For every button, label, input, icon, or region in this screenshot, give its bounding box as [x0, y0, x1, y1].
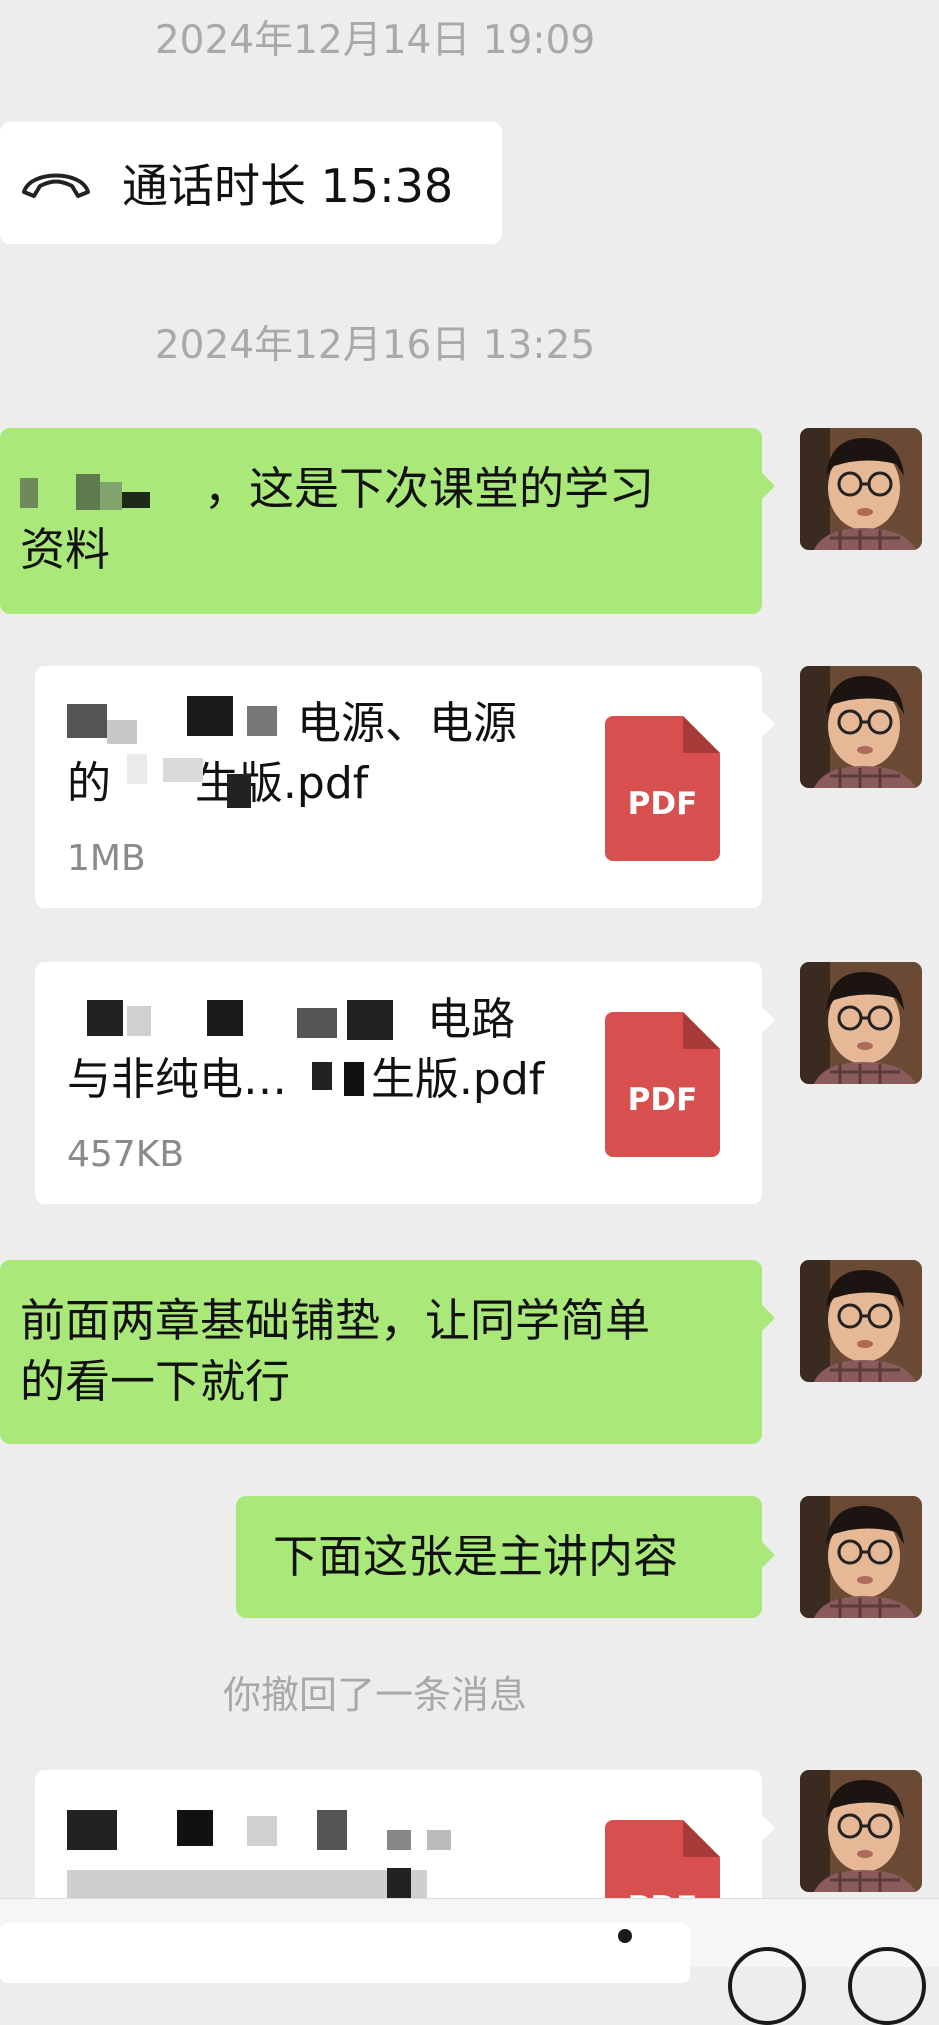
avatar-image	[800, 428, 922, 550]
avatar-image	[800, 962, 922, 1084]
phone-hangup-icon	[22, 173, 90, 198]
message-text: 前面两章基础铺垫，让同学简单 的看一下就行	[20, 1294, 651, 1408]
message-input[interactable]	[0, 1923, 690, 1983]
bubble-tail	[762, 1815, 775, 1841]
pdf-icon: PDF	[605, 1820, 720, 1898]
pdf-icon: PDF	[605, 1012, 720, 1157]
avatar[interactable]	[800, 1260, 922, 1382]
avatar[interactable]	[800, 428, 922, 550]
bubble-tail	[762, 711, 775, 737]
more-button[interactable]	[848, 1947, 926, 2025]
bubble-tail	[762, 1305, 775, 1331]
bubble-tail	[762, 473, 775, 499]
file-size: 457KB	[67, 1134, 185, 1175]
avatar[interactable]	[800, 962, 922, 1084]
message-bubble[interactable]: ，这是下次课堂的学习 资料	[0, 428, 762, 614]
file-card[interactable]: 电路 与非纯电… 生版.pdf 457KB PDF	[35, 962, 762, 1204]
avatar[interactable]	[800, 1770, 922, 1892]
message-text: ，这是下次课堂的学习 资料	[20, 462, 655, 576]
message-bubble[interactable]: 下面这张是主讲内容	[236, 1496, 762, 1618]
avatar-image	[800, 1496, 922, 1618]
timestamp-1: 2024年12月14日 19:09	[154, 18, 596, 63]
file-card[interactable]: 电源、电源 的 生版.pdf 1MB PDF	[35, 666, 762, 908]
timestamp-2: 2024年12月16日 13:25	[154, 323, 596, 368]
file-size: 1MB	[67, 838, 146, 879]
avatar[interactable]	[800, 1496, 922, 1618]
input-bar	[0, 1898, 939, 2025]
call-duration-text: 通话时长 15:38	[122, 159, 454, 213]
avatar-image	[800, 1770, 922, 1892]
message-text: 下面这张是主讲内容	[273, 1530, 679, 1583]
redacted-filename	[67, 1810, 587, 1898]
redacted-filename	[67, 696, 299, 816]
file-card[interactable]: PDF	[35, 1770, 762, 1898]
bubble-tail	[762, 1007, 775, 1033]
message-bubble[interactable]: 前面两章基础铺垫，让同学简单 的看一下就行	[0, 1260, 762, 1444]
recall-notice: 你撤回了一条消息	[222, 1673, 527, 1717]
pdf-icon: PDF	[605, 716, 720, 861]
emoji-button[interactable]	[728, 1947, 806, 2025]
avatar-image	[800, 666, 922, 788]
avatar-image	[800, 1260, 922, 1382]
bubble-tail	[762, 1542, 775, 1568]
avatar[interactable]	[800, 666, 922, 788]
redacted-filename	[67, 1000, 427, 1110]
call-record-bubble[interactable]: 通话时长 15:38	[0, 122, 502, 244]
voice-icon	[618, 1929, 632, 1943]
